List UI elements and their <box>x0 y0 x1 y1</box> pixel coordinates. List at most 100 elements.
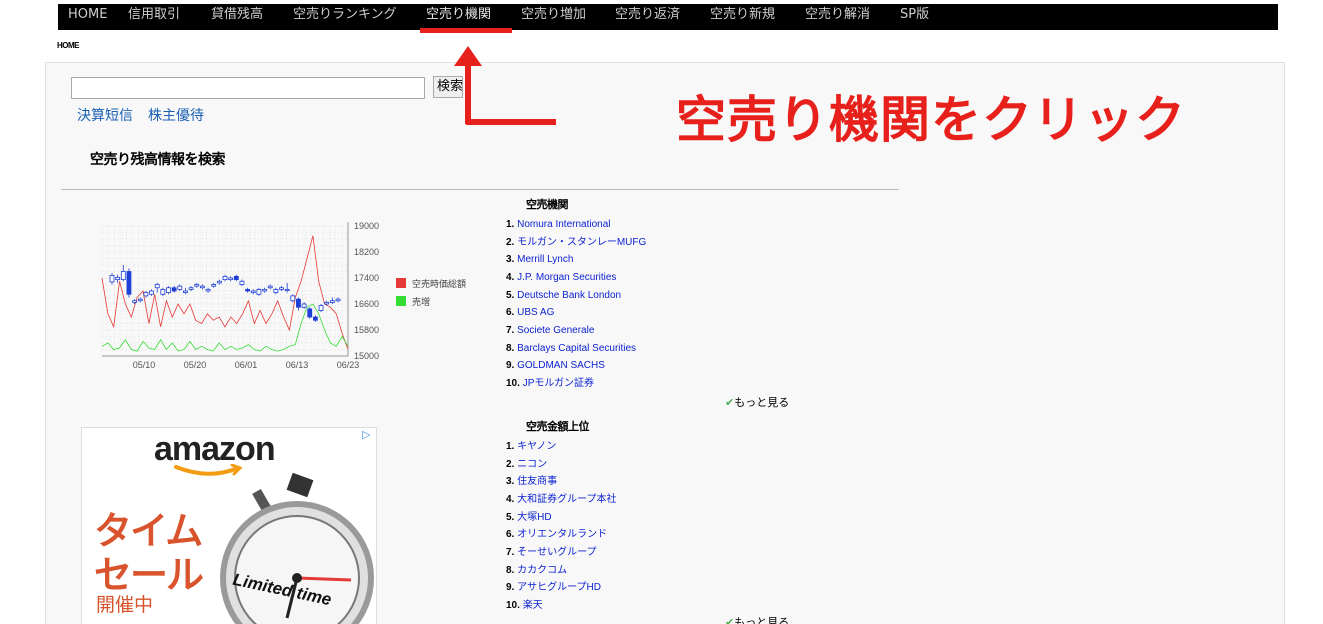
nav-item-lending-balance[interactable]: 貸借残高 <box>211 4 263 30</box>
nav-item-margin-trading[interactable]: 信用取引 <box>128 4 180 30</box>
check-icon: ✔ <box>725 396 735 409</box>
breadcrumb[interactable]: HOME <box>57 41 80 50</box>
candle-body <box>335 298 341 302</box>
list-title-short-amount: 空売金額上位 <box>526 420 590 433</box>
candle-body <box>267 285 273 289</box>
candle-body <box>143 292 149 297</box>
candle-body <box>312 316 318 321</box>
annotation-instruction: 空売り機関をクリック <box>676 91 1186 149</box>
list-item[interactable]: 6. オリエンタルランド <box>506 528 607 541</box>
list-item[interactable]: 8. カカクコム <box>506 564 567 577</box>
divider <box>61 189 899 190</box>
candle-body <box>279 287 284 290</box>
list-item[interactable]: 9. GOLDMAN SACHS <box>506 359 605 372</box>
list-item[interactable]: 1. キヤノン <box>506 440 556 453</box>
link-shareholder-benefits[interactable]: 株主優待 <box>148 105 204 125</box>
candle-body <box>120 271 126 281</box>
annotation-arrow-icon <box>454 46 556 125</box>
candle-body <box>228 277 234 281</box>
nav-item-short-close[interactable]: 空売り解消 <box>805 4 870 30</box>
candle-body <box>290 295 296 302</box>
candle-body <box>171 287 177 292</box>
candle-body <box>137 298 143 302</box>
chart-grid <box>101 225 349 357</box>
ad-subline: 開催中 <box>96 594 154 616</box>
list-item[interactable]: 4. 大和証券グループ本社 <box>506 493 617 506</box>
candle-body <box>307 308 313 318</box>
y-tick-label: 15800 <box>354 325 379 335</box>
list-item[interactable]: 5. Deutsche Bank London <box>506 289 621 302</box>
nav-item-short-repay[interactable]: 空売り返済 <box>615 4 680 30</box>
y-tick-label: 19000 <box>354 221 379 231</box>
list-item[interactable]: 3. Merrill Lynch <box>506 253 573 266</box>
candle-body <box>126 271 132 295</box>
list-item[interactable]: 8. Barclays Capital Securities <box>506 342 636 355</box>
candle-body <box>109 275 115 283</box>
link-earnings-summary[interactable]: 決算短信 <box>77 105 133 125</box>
x-tick-label: 06/23 <box>337 360 360 370</box>
section-heading: 空売り残高情報を検索 <box>90 152 226 168</box>
y-tick-label: 16600 <box>354 299 379 309</box>
chart-lines <box>101 235 349 352</box>
candle-body <box>216 280 222 284</box>
list-item[interactable]: 3. 住友商事 <box>506 475 557 488</box>
legend-swatch <box>396 278 406 288</box>
candle-body <box>222 275 228 281</box>
x-tick-label: 05/10 <box>133 360 156 370</box>
candle-body <box>318 305 324 311</box>
list-item[interactable]: 2. モルガン・スタンレーMUFG <box>506 236 646 249</box>
list-title-short-institutions: 空売機関 <box>526 198 569 211</box>
nav-item-sp[interactable]: SP版 <box>900 4 929 30</box>
nav-item-short-increase[interactable]: 空売り増加 <box>521 4 586 30</box>
check-icon: ✔ <box>725 616 735 624</box>
list-item[interactable]: 2. ニコン <box>506 458 547 471</box>
candle-body <box>256 288 262 295</box>
more-link-institutions[interactable]: ✔もっと見る <box>725 394 789 410</box>
search-input[interactable] <box>71 77 425 99</box>
list-item[interactable]: 10. 楽天 <box>506 599 543 612</box>
list-item[interactable]: 4. J.P. Morgan Securities <box>506 271 616 284</box>
x-tick-label: 05/20 <box>184 360 207 370</box>
candle-body <box>194 284 200 287</box>
more-link-amount[interactable]: ✔もっと見る <box>725 614 789 624</box>
nav-item-home[interactable]: HOME <box>68 4 107 30</box>
candle-body <box>211 284 217 287</box>
list-item[interactable]: 6. UBS AG <box>506 306 554 319</box>
candle-body <box>250 290 256 294</box>
candle-body <box>324 301 330 305</box>
candle-body <box>115 276 121 281</box>
series-line-0 <box>101 235 349 350</box>
short-balance-chart: 19000182001740016600158001500005/10 05/20… <box>101 221 466 370</box>
list-item[interactable]: 7. Societe Generale <box>506 324 594 337</box>
list-item[interactable]: 10. JPモルガン証券 <box>506 377 594 390</box>
candle-body <box>301 303 307 308</box>
list-item[interactable]: 9. アサヒグループHD <box>506 581 601 594</box>
candle-body <box>296 298 301 308</box>
candle-body <box>200 285 205 289</box>
candle-body <box>245 288 251 292</box>
list-item[interactable]: 1. Nomura International <box>506 218 611 231</box>
nav-item-short-institutions[interactable]: 空売り機関 <box>426 4 491 30</box>
x-tick-label: 06/01 <box>235 360 258 370</box>
candle-body <box>262 288 267 292</box>
candle-body <box>160 288 166 295</box>
candle-body <box>239 280 245 285</box>
candle-body <box>149 290 154 295</box>
nav-item-short-ranking[interactable]: 空売りランキング <box>293 4 397 30</box>
list-item[interactable]: 7. そーせいグループ <box>506 546 597 559</box>
candle-body <box>329 300 335 303</box>
ad-choices-icon[interactable]: ▷ <box>362 428 370 441</box>
candle-body <box>183 290 188 294</box>
candle-body <box>205 288 211 292</box>
y-tick-label: 17400 <box>354 273 379 283</box>
legend-label: 空売時価総額 <box>412 278 466 290</box>
advertisement-banner[interactable]: amazon タイム セール 開催中 ▷ Limited time <box>81 427 377 624</box>
chart-legend: 空売時価総額売増 <box>396 278 466 308</box>
candle-body <box>132 300 137 303</box>
candle-body <box>273 288 279 294</box>
nav-item-short-new[interactable]: 空売り新規 <box>710 4 775 30</box>
annotation-underline <box>420 28 512 33</box>
list-item[interactable]: 5. 大塚HD <box>506 511 552 524</box>
candle-body <box>284 288 290 291</box>
top-navigation-bar: HOME 信用取引 貸借残高 空売りランキング 空売り機関 空売り増加 空売り返… <box>58 4 1278 30</box>
